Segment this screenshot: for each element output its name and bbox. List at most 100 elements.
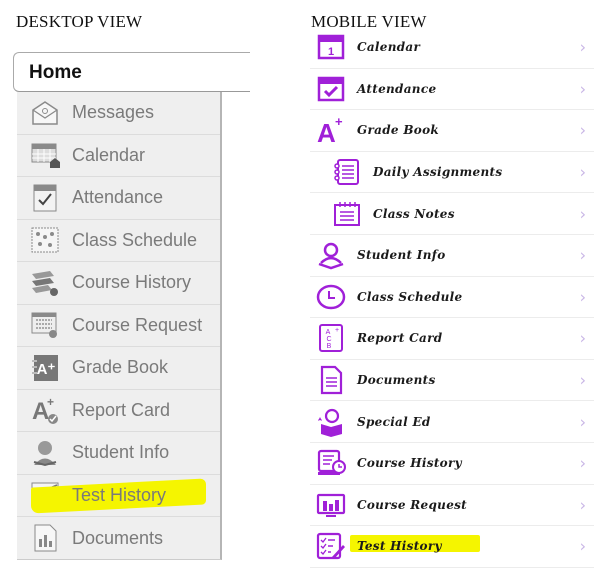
course-request-icon-svg bbox=[31, 312, 57, 339]
mobile-menu-item-label: Documents bbox=[357, 373, 436, 388]
desktop-menu-item-student-info[interactable]: Student Info bbox=[17, 432, 220, 475]
grade-a-plus-icon: A + bbox=[314, 115, 348, 145]
mobile-menu-item-label: Student Info bbox=[357, 248, 446, 263]
chevron-right-icon: › bbox=[579, 412, 586, 432]
mobile-menu-item-calendar[interactable]: 1 Calendar › bbox=[310, 27, 594, 69]
desktop-menu-item-documents[interactable]: Documents bbox=[17, 517, 220, 560]
attendance-icon-svg bbox=[33, 184, 57, 212]
books-icon-svg bbox=[32, 270, 58, 296]
desktop-menu-item-test-history[interactable]: Test History bbox=[17, 475, 220, 517]
books-icon bbox=[29, 267, 61, 299]
mobile-menu-item-special-ed[interactable]: Special Ed › bbox=[310, 401, 594, 443]
mobile-menu-item-documents[interactable]: Documents › bbox=[310, 360, 594, 402]
home-tab[interactable]: Home bbox=[13, 52, 250, 92]
desktop-menu-item-label: Attendance bbox=[72, 187, 164, 208]
course-request-icon bbox=[29, 309, 61, 341]
desktop-menu: Messages Calendar Attendance Class Schedule… bbox=[17, 92, 222, 560]
desktop-menu-item-label: Class Schedule bbox=[72, 229, 198, 250]
mobile-menu-item-course-request[interactable]: Course Request › bbox=[310, 485, 594, 527]
documents-icon-svg bbox=[34, 524, 57, 552]
svg-text:C: C bbox=[326, 336, 331, 343]
desktop-menu-item-label: Student Info bbox=[72, 442, 170, 463]
desktop-menu-item-messages[interactable]: Messages bbox=[17, 92, 220, 135]
desktop-menu-item-label: Course Request bbox=[72, 314, 203, 335]
desktop-view-heading: DESKTOP VIEW bbox=[16, 12, 143, 31]
desktop-menu-item-label: Calendar bbox=[72, 144, 146, 165]
svg-text:A⁺: A⁺ bbox=[37, 361, 56, 378]
document-icon bbox=[314, 365, 348, 395]
clock-icon bbox=[314, 282, 348, 312]
chevron-right-icon: › bbox=[579, 204, 586, 224]
svg-text:+: + bbox=[335, 327, 339, 334]
gradebook-icon-svg: A⁺ bbox=[32, 354, 58, 381]
svg-text:A: A bbox=[326, 329, 331, 336]
calendar-icon: 1 bbox=[314, 32, 348, 62]
test-history-icon bbox=[314, 531, 348, 561]
chevron-right-icon: › bbox=[579, 370, 586, 390]
envelope-icon bbox=[29, 97, 61, 129]
mobile-menu-item-attendance[interactable]: Attendance › bbox=[310, 69, 594, 111]
course-history-icon bbox=[314, 448, 348, 478]
special-ed-icon bbox=[314, 407, 348, 437]
gradebook-icon: A⁺ bbox=[29, 352, 61, 384]
mobile-menu-item-report-card[interactable]: A + C B Report Card › bbox=[310, 318, 594, 360]
mobile-menu-item-test-history[interactable]: Test History › bbox=[310, 526, 594, 568]
mobile-menu-item-label: Course Request bbox=[357, 497, 468, 512]
envelope-icon-svg bbox=[32, 100, 58, 125]
course-request-icon bbox=[314, 490, 348, 520]
documents-icon bbox=[29, 522, 61, 554]
calendar-icon-svg bbox=[31, 143, 60, 169]
mobile-menu-item-label: Attendance bbox=[357, 81, 437, 96]
desktop-menu-item-class-schedule[interactable]: Class Schedule bbox=[17, 220, 220, 262]
mobile-menu-item-label: Test History bbox=[357, 539, 442, 554]
mobile-menu-item-label: Daily Assignments bbox=[373, 165, 503, 180]
desktop-menu-item-label: Documents bbox=[72, 527, 164, 548]
student-icon bbox=[314, 240, 348, 270]
chevron-right-icon: › bbox=[579, 495, 586, 515]
desktop-menu-item-label: Test History bbox=[72, 484, 167, 505]
class-schedule-icon-svg bbox=[31, 227, 59, 253]
notes-icon bbox=[330, 199, 364, 229]
home-tab-label: Home bbox=[29, 62, 82, 83]
svg-text:B: B bbox=[327, 343, 332, 350]
mobile-menu-item-label: Course History bbox=[357, 456, 462, 471]
svg-text:1: 1 bbox=[328, 46, 334, 58]
mobile-menu: 1 Calendar › Attendance › A + Grade Book › Daily … bbox=[310, 27, 594, 568]
svg-text:+: + bbox=[335, 115, 343, 129]
svg-text:A: A bbox=[317, 118, 336, 145]
desktop-menu-item-label: Grade Book bbox=[72, 357, 169, 378]
desktop-menu-item-course-history[interactable]: Course History bbox=[17, 262, 220, 305]
mobile-menu-item-label: Grade Book bbox=[357, 123, 440, 138]
calendar-icon bbox=[29, 139, 61, 171]
class-schedule-icon bbox=[29, 224, 61, 256]
mobile-menu-item-label: Class Notes bbox=[373, 206, 455, 221]
mobile-menu-item-label: Report Card bbox=[357, 331, 443, 346]
chevron-right-icon: › bbox=[579, 120, 586, 140]
mobile-menu-item-class-notes[interactable]: Class Notes › bbox=[310, 193, 594, 235]
desktop-menu-item-calendar[interactable]: Calendar bbox=[17, 135, 220, 177]
mobile-menu-item-daily-assignments[interactable]: Daily Assignments › bbox=[310, 152, 594, 194]
chevron-right-icon: › bbox=[579, 536, 586, 556]
desktop-menu-item-course-request[interactable]: Course Request bbox=[17, 305, 220, 347]
chevron-right-icon: › bbox=[579, 79, 586, 99]
attendance-icon bbox=[314, 74, 348, 104]
mobile-menu-item-grade-book[interactable]: A + Grade Book › bbox=[310, 110, 594, 152]
mobile-menu-item-class-schedule[interactable]: Class Schedule › bbox=[310, 277, 594, 319]
student-icon bbox=[29, 437, 61, 469]
mobile-menu-item-student-info[interactable]: Student Info › bbox=[310, 235, 594, 277]
desktop-menu-item-label: Messages bbox=[72, 102, 155, 123]
mobile-menu-item-label: Class Schedule bbox=[357, 289, 463, 304]
desktop-menu-item-label: Course History bbox=[72, 272, 192, 293]
mobile-menu-item-label: Calendar bbox=[357, 40, 421, 55]
report-card-icon-svg: A+ bbox=[32, 395, 58, 425]
chevron-right-icon: › bbox=[579, 245, 586, 265]
mobile-menu-item-course-history[interactable]: Course History › bbox=[310, 443, 594, 485]
desktop-menu-item-grade-book[interactable]: A⁺ Grade Book bbox=[17, 347, 220, 390]
report-card-icon: A + C B bbox=[314, 323, 348, 353]
mobile-menu-item-label: Special Ed bbox=[357, 414, 431, 429]
desktop-menu-item-attendance[interactable]: Attendance bbox=[17, 177, 220, 220]
desktop-menu-item-report-card[interactable]: A + Report Card bbox=[17, 390, 220, 432]
chevron-right-icon: › bbox=[579, 37, 586, 57]
desktop-menu-item-label: Report Card bbox=[72, 399, 171, 420]
chevron-right-icon: › bbox=[579, 328, 586, 348]
